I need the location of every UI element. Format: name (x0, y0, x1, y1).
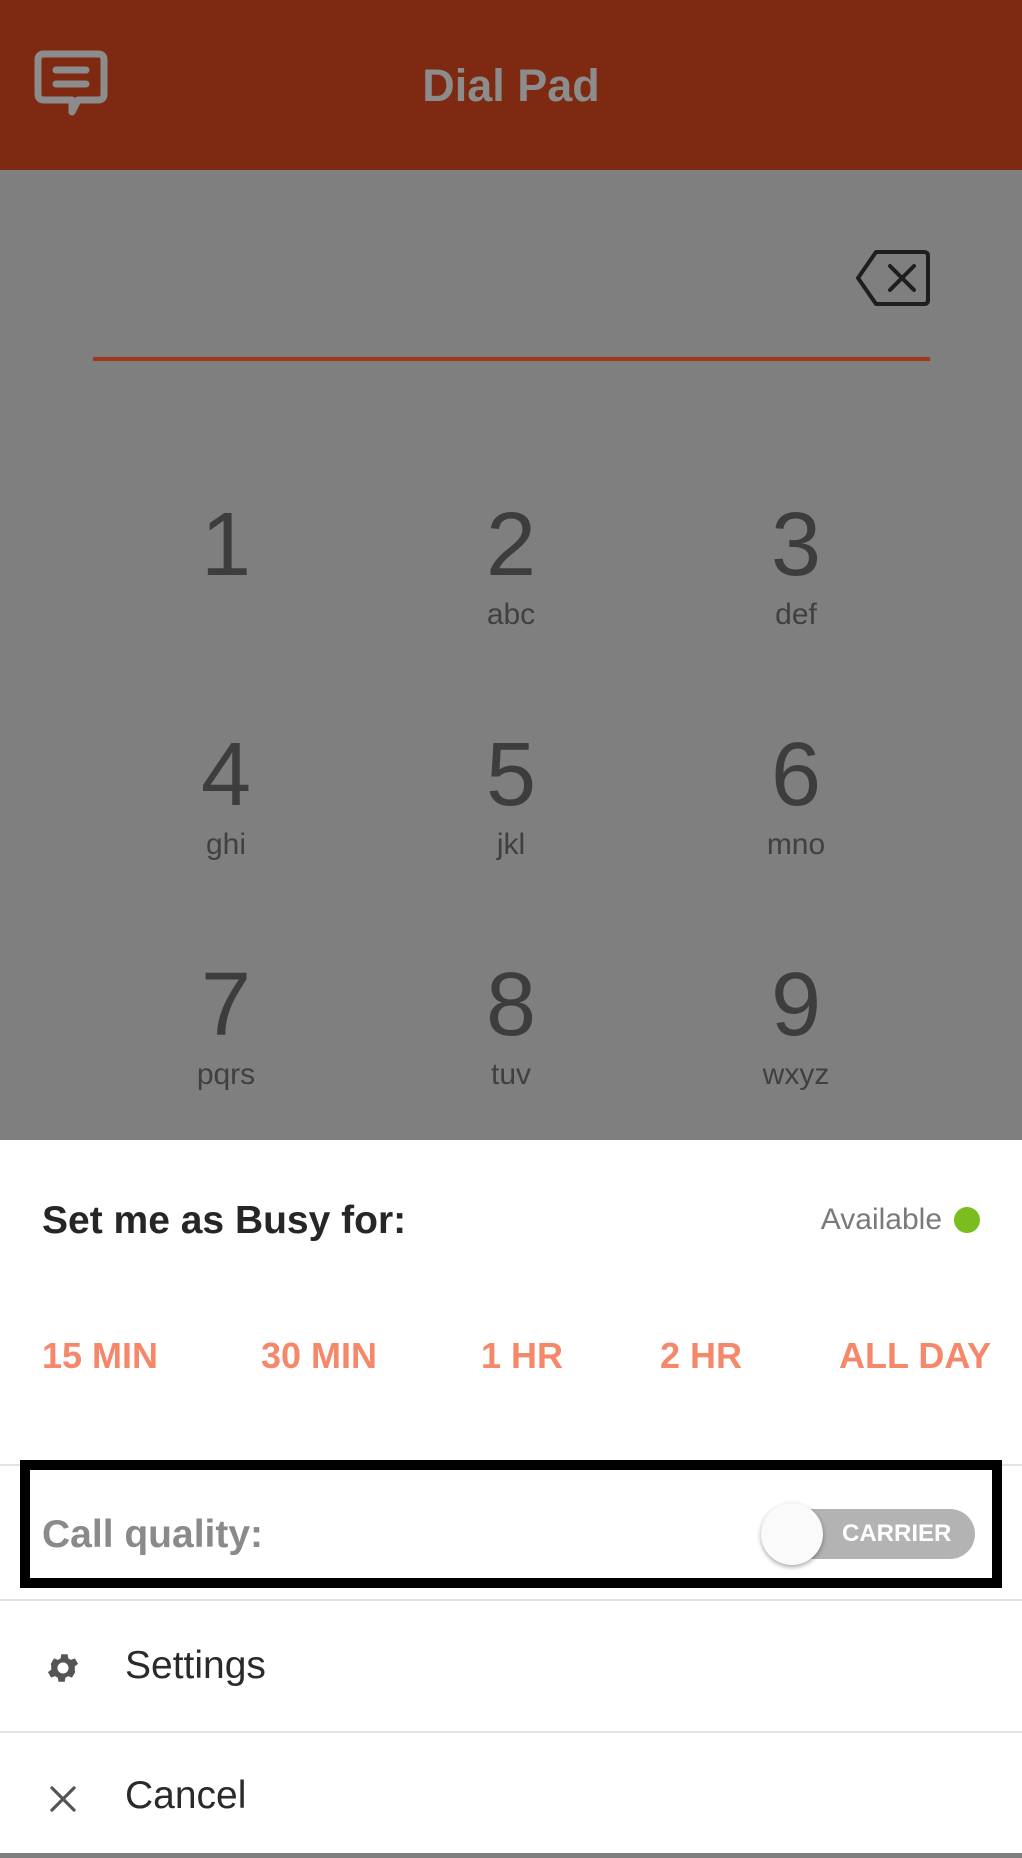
dial-key-7[interactable]: 7 pqrs (116, 960, 336, 1130)
key-digit: 8 (485, 955, 537, 1055)
dial-key-1[interactable]: 1 (116, 500, 336, 670)
key-letters: ghi (205, 828, 247, 861)
call-quality-toggle-label: CARRIER (842, 1520, 952, 1547)
busy-all-day-button[interactable]: ALL DAY (839, 1335, 991, 1377)
app-header: Dial Pad (0, 0, 1022, 170)
status-label: Available (820, 1203, 942, 1236)
key-letters: abc (486, 598, 536, 631)
divider (0, 1731, 1022, 1733)
dial-key-5[interactable]: 5 jkl (401, 730, 621, 900)
cancel-label: Cancel (125, 1774, 247, 1817)
availability-status: Available (821, 1203, 980, 1237)
page-title: Dial Pad (422, 60, 600, 111)
key-digit: 5 (485, 725, 537, 825)
key-letters: def (775, 598, 817, 631)
divider (0, 1599, 1022, 1601)
dial-number-underline (93, 357, 930, 361)
busy-15-min-button[interactable]: 15 MIN (42, 1335, 158, 1377)
settings-menu-item[interactable]: Settings (0, 1608, 1022, 1728)
busy-2-hr-button[interactable]: 2 HR (660, 1335, 742, 1377)
key-digit: 3 (770, 495, 822, 595)
settings-label: Settings (125, 1644, 266, 1687)
dial-key-8[interactable]: 8 tuv (401, 960, 621, 1130)
dial-key-3[interactable]: 3 def (686, 500, 906, 670)
key-digit: 1 (200, 495, 252, 595)
key-digit: 9 (770, 955, 822, 1055)
close-icon (50, 1786, 76, 1812)
busy-1-hr-button[interactable]: 1 HR (481, 1335, 563, 1377)
dial-key-6[interactable]: 6 mno (686, 730, 906, 900)
key-digit: 7 (200, 955, 252, 1055)
key-letters: pqrs (196, 1058, 256, 1091)
key-letters: jkl (496, 828, 526, 861)
gear-icon (47, 1654, 79, 1682)
call-quality-label: Call quality: (42, 1513, 264, 1556)
key-letters: mno (766, 828, 826, 861)
busy-sheet-title: Set me as Busy for: (42, 1199, 407, 1242)
dial-key-4[interactable]: 4 ghi (116, 730, 336, 900)
dial-key-2[interactable]: 2 abc (401, 500, 621, 670)
status-dot-icon (954, 1207, 980, 1233)
key-letters: tuv (490, 1058, 532, 1091)
backspace-icon[interactable] (854, 248, 932, 308)
key-digit: 6 (770, 725, 822, 825)
dial-key-9[interactable]: 9 wxyz (686, 960, 906, 1130)
cancel-menu-item[interactable]: Cancel (0, 1738, 1022, 1858)
key-digit: 2 (485, 495, 537, 595)
key-letters: wxyz (762, 1058, 830, 1091)
toggle-knob[interactable] (761, 1503, 823, 1565)
key-digit: 4 (200, 725, 252, 825)
busy-30-min-button[interactable]: 30 MIN (261, 1335, 377, 1377)
